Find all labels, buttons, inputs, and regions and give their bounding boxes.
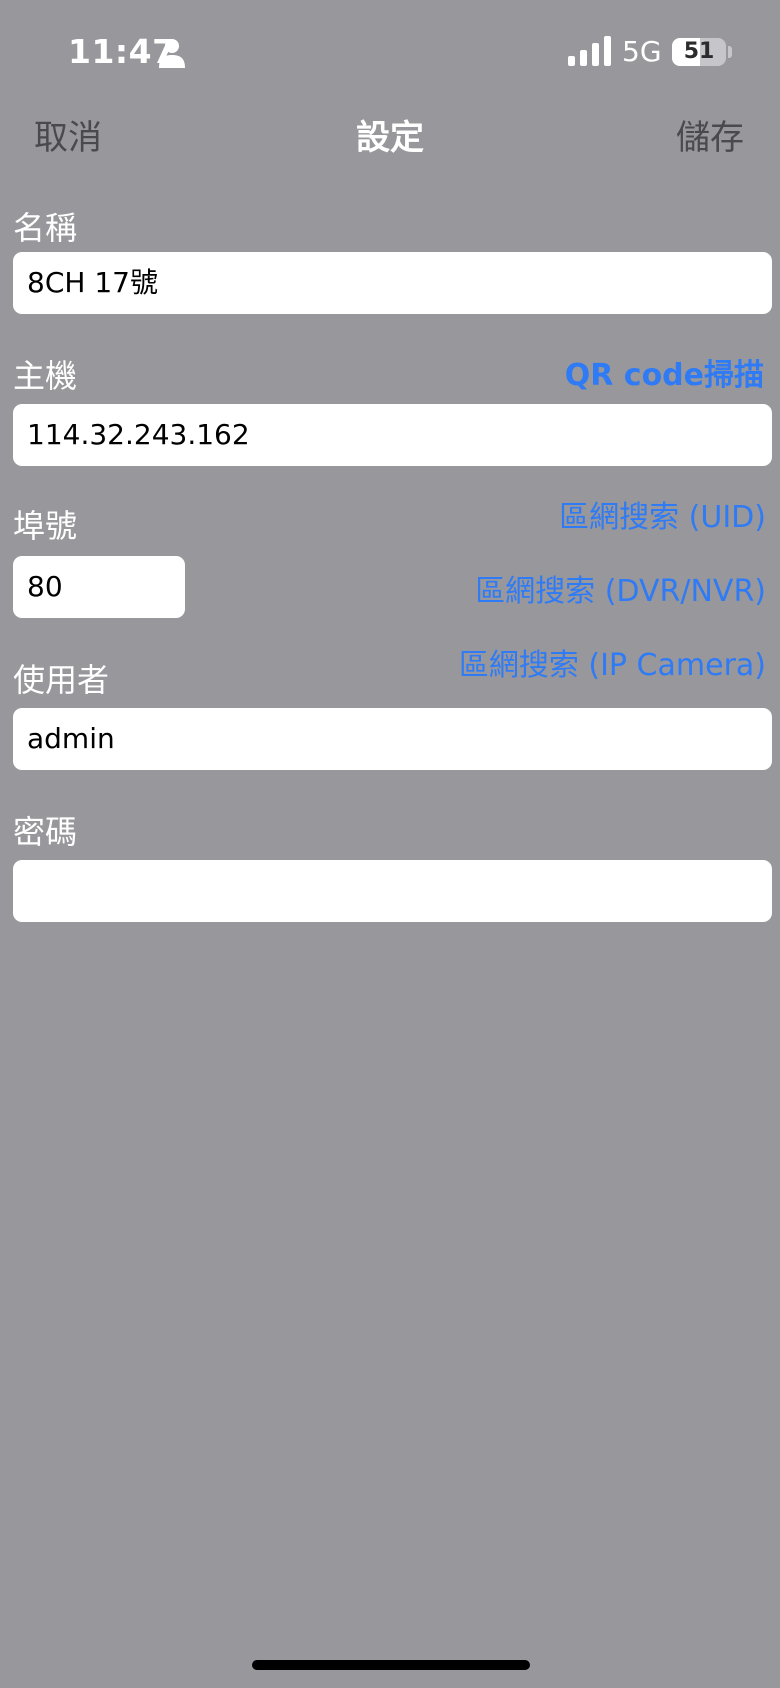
host-value: 114.32.243.162 (27, 418, 250, 451)
name-value: 8CH 17號 (27, 266, 158, 299)
user-label: 使用者 (13, 661, 110, 699)
page-title: 設定 (356, 118, 424, 158)
port-field[interactable]: 80 (13, 556, 185, 618)
password-label: 密碼 (13, 813, 78, 851)
user-value: admin (27, 722, 115, 755)
host-label: 主機 (13, 357, 78, 395)
battery-cap (728, 46, 732, 58)
battery-level: 51 (683, 39, 715, 64)
person-icon (159, 39, 185, 68)
lan-search-ip-camera-link[interactable]: 區網搜索 (IP Camera) (459, 646, 766, 686)
host-field[interactable]: 114.32.243.162 (13, 404, 772, 466)
signal-bars-icon (568, 36, 611, 66)
save-button[interactable]: 儲存 (676, 116, 744, 160)
port-label: 埠號 (13, 507, 78, 545)
lan-search-dvr-nvr-link[interactable]: 區網搜索 (DVR/NVR) (475, 572, 766, 612)
lan-search-uid-link[interactable]: 區網搜索 (UID) (559, 498, 766, 538)
name-field[interactable]: 8CH 17號 (13, 252, 772, 314)
network-type: 5G (622, 35, 662, 68)
name-label: 名稱 (13, 209, 78, 247)
home-indicator[interactable] (252, 1660, 530, 1670)
battery-icon: 51 (672, 38, 726, 66)
user-field[interactable]: admin (13, 708, 772, 770)
password-field[interactable] (13, 860, 772, 922)
qr-scan-link[interactable]: QR code掃描 (565, 356, 764, 396)
port-value: 80 (27, 570, 63, 603)
